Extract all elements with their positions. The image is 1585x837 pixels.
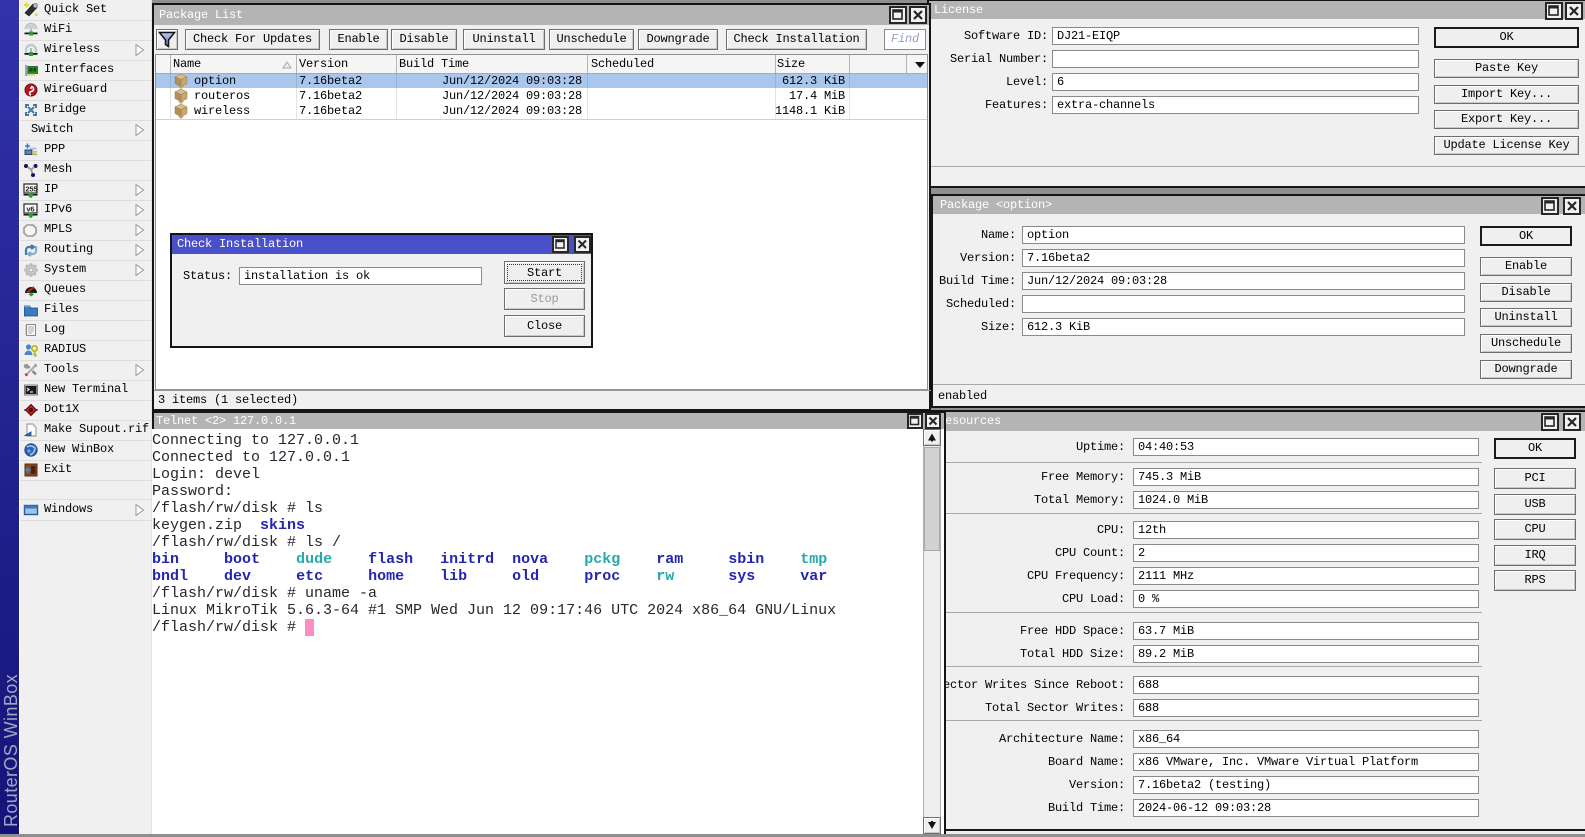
svg-text:255: 255: [25, 184, 37, 193]
svg-text:v6: v6: [26, 204, 34, 213]
